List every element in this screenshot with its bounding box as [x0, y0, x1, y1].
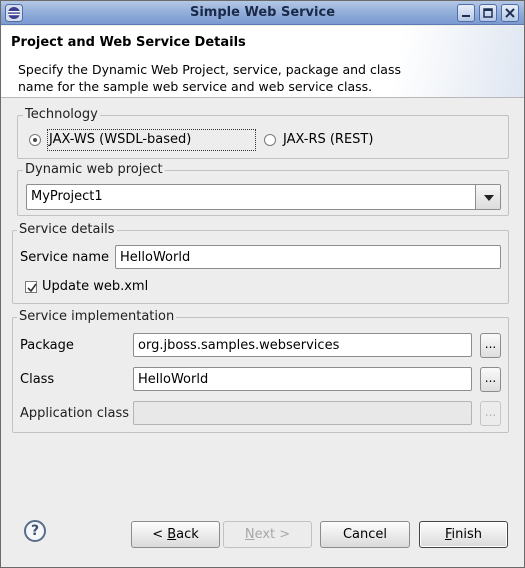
window-title: Simple Web Service [189, 5, 336, 20]
chevron-down-icon[interactable] [475, 185, 500, 209]
help-icon[interactable]: ? [24, 520, 46, 542]
application-class-input[interactable] [133, 401, 472, 425]
application-class-label: Application class [20, 406, 130, 421]
update-webxml-label[interactable]: Update web.xml [42, 279, 148, 294]
finish-rest: inish [451, 527, 483, 542]
project-dropdown[interactable]: MyProject1 [26, 184, 501, 210]
project-dropdown-value: MyProject1 [31, 189, 103, 204]
back-rest: ack [176, 527, 199, 542]
check-icon [27, 283, 37, 293]
close-button[interactable] [501, 4, 519, 22]
service-details-group: Service details Service name HelloWorld … [12, 222, 509, 304]
next-mnemonic: N [244, 527, 255, 542]
page-description: Specify the Dynamic Web Project, service… [18, 62, 401, 94]
class-input[interactable]: HelloWorld [133, 367, 472, 391]
dialog-window: Simple Web Service Project and Web Servi… [0, 0, 525, 568]
header-banner: Project and Web Service Details Specify … [1, 26, 524, 98]
back-mnemonic: B [167, 527, 177, 542]
jaxrs-radio[interactable] [264, 134, 276, 146]
service-implementation-group-label: Service implementation [17, 309, 177, 324]
maximize-button[interactable] [479, 4, 497, 22]
next-rest: ext > [254, 527, 291, 542]
finish-button[interactable]: Finish [419, 521, 508, 548]
class-browse-button[interactable]: ... [480, 367, 501, 392]
title-bar[interactable]: Simple Web Service [1, 1, 524, 25]
technology-group-label: Technology [23, 107, 100, 122]
back-button[interactable]: < Back [131, 521, 220, 548]
class-label: Class [20, 372, 55, 387]
project-group-label: Dynamic web project [23, 162, 165, 177]
jaxws-label[interactable]: JAX-WS (WSDL-based) [49, 132, 191, 147]
service-name-input[interactable]: HelloWorld [115, 245, 501, 269]
minimize-icon [462, 15, 470, 17]
cancel-button[interactable]: Cancel [320, 521, 410, 548]
application-class-browse-button[interactable]: ... [480, 401, 501, 426]
jaxrs-label[interactable]: JAX-RS (REST) [283, 132, 373, 147]
package-label: Package [20, 338, 74, 353]
update-webxml-checkbox[interactable] [25, 281, 37, 293]
package-browse-button[interactable]: ... [480, 333, 501, 358]
next-button[interactable]: Next > [223, 521, 312, 548]
close-icon [505, 8, 515, 18]
page-heading: Project and Web Service Details [11, 35, 246, 50]
technology-group: Technology JAX-WS (WSDL-based) JAX-RS (R… [17, 107, 509, 159]
back-prefix: < [152, 527, 168, 542]
maximize-icon [483, 8, 493, 18]
service-details-group-label: Service details [17, 222, 117, 237]
minimize-button[interactable] [457, 4, 475, 22]
package-input[interactable]: org.jboss.samples.webservices [133, 333, 472, 357]
service-name-label: Service name [20, 250, 110, 265]
jaxws-radio[interactable] [29, 134, 41, 146]
service-implementation-group: Service implementation Package org.jboss… [12, 309, 509, 433]
project-group: Dynamic web project MyProject1 [17, 162, 509, 216]
